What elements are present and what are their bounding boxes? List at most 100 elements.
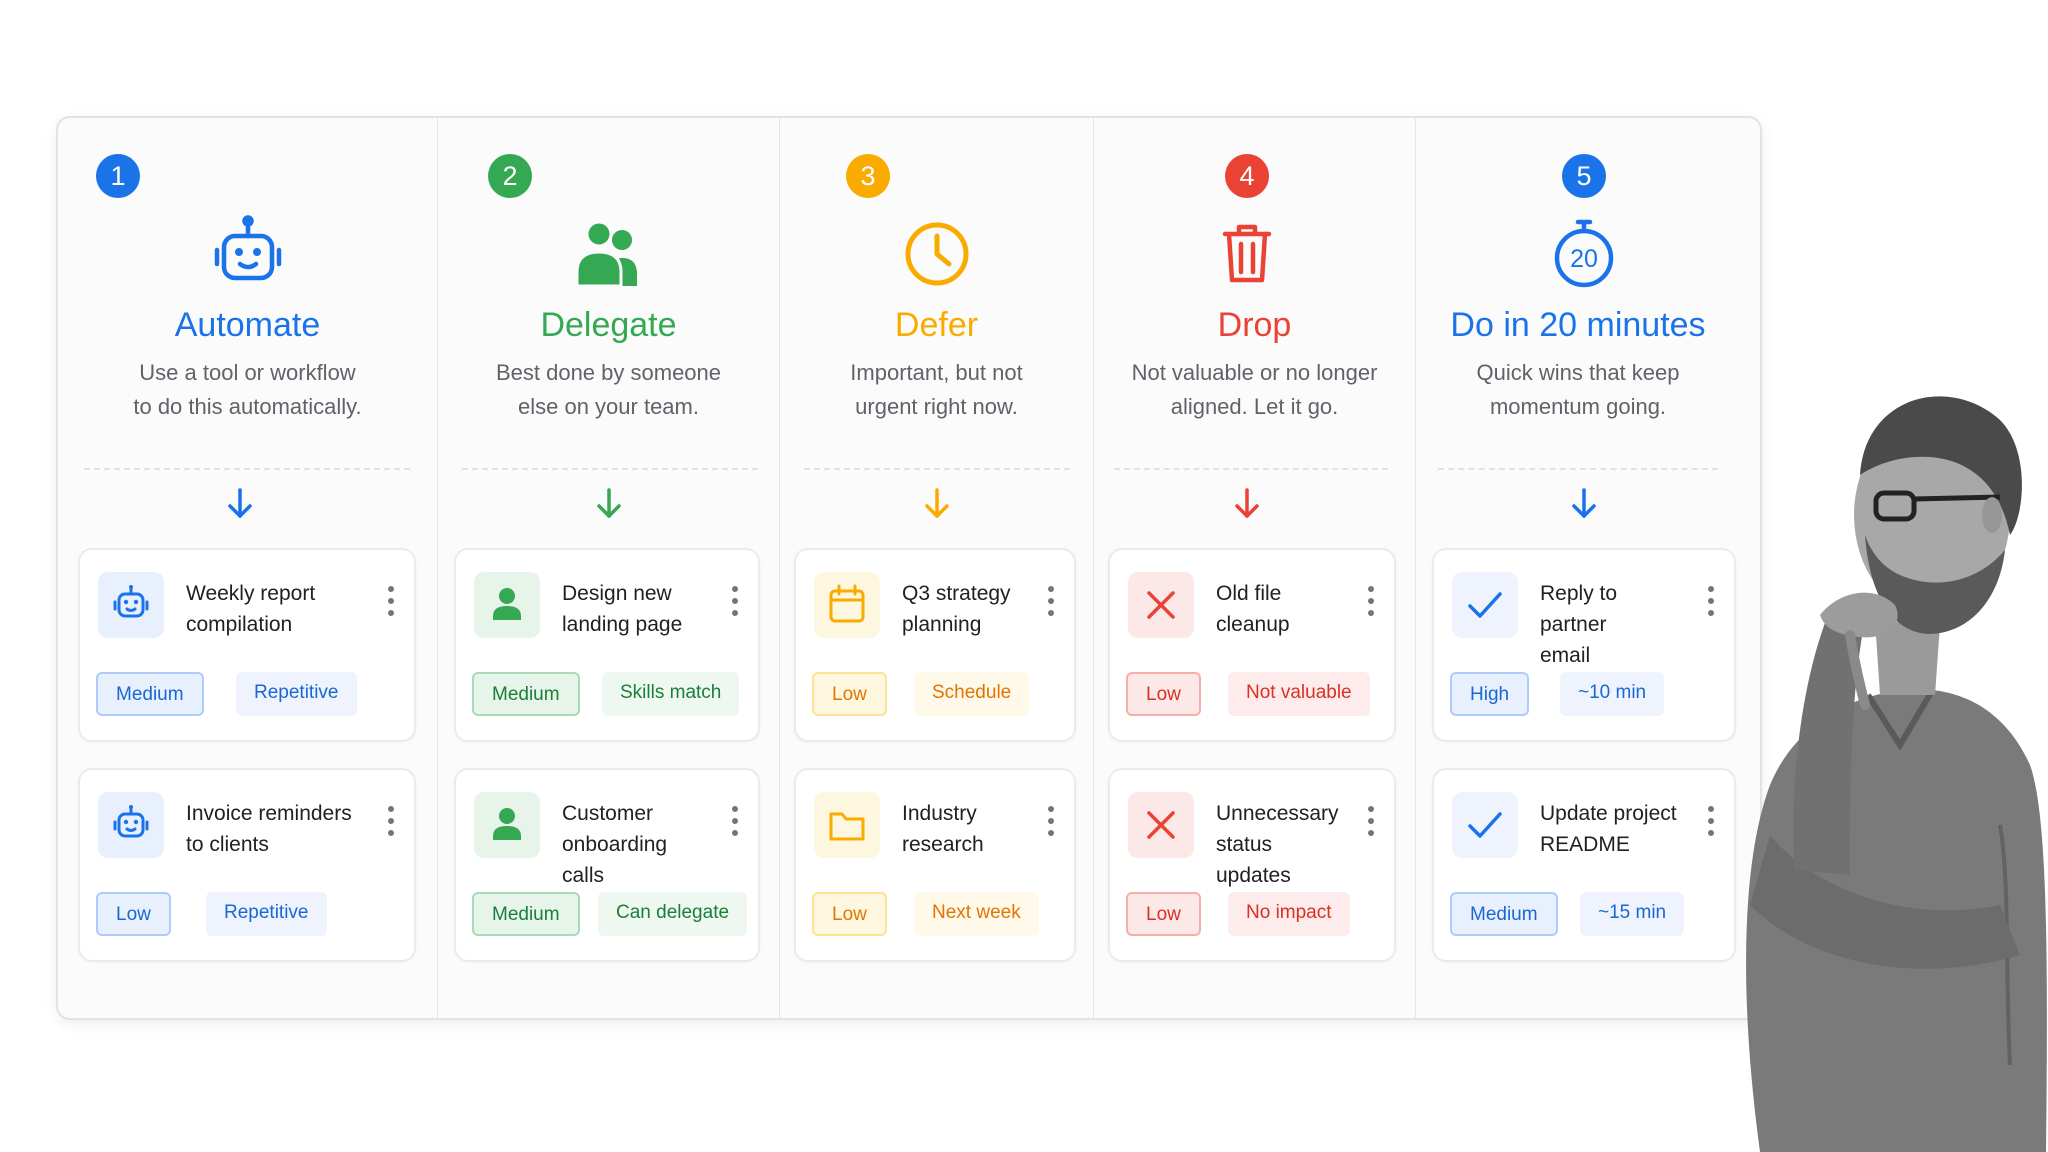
task-title-line: Update project bbox=[1540, 802, 1677, 825]
people-icon bbox=[565, 210, 653, 298]
tag-chip: No impact bbox=[1228, 892, 1350, 936]
task-title: Q3 strategy planning bbox=[902, 578, 1024, 640]
person-icon bbox=[474, 572, 540, 638]
task-title-line: Industry bbox=[902, 802, 977, 825]
task-title-line: landing page bbox=[562, 613, 683, 636]
tag-chip: Can delegate bbox=[598, 892, 748, 936]
priority-chip: Low bbox=[812, 892, 887, 936]
tag-chip: Next week bbox=[914, 892, 1039, 936]
column-description: Important, but not urgent right now. bbox=[780, 356, 1093, 424]
tag-chip: Not valuable bbox=[1228, 672, 1370, 716]
step-number-badge: 4 bbox=[1225, 154, 1269, 198]
step-number-badge: 1 bbox=[96, 154, 140, 198]
step-number-badge: 5 bbox=[1562, 154, 1606, 198]
column-title: Do in 20 minutes bbox=[1450, 306, 1706, 344]
more-options-icon[interactable] bbox=[1366, 584, 1376, 618]
task-card[interactable]: Old file cleanup Low Not valuable bbox=[1108, 548, 1396, 742]
description-line: Best done by someone bbox=[495, 360, 722, 385]
task-card[interactable]: Invoice reminders to clients Low Repetit… bbox=[78, 768, 416, 962]
task-title: Unnecessary status updates bbox=[1216, 798, 1344, 891]
task-title-line: Reply to partner bbox=[1540, 582, 1618, 636]
description-line: else on your team. bbox=[518, 394, 699, 419]
task-title: Industry research bbox=[902, 798, 1024, 860]
column-do-in-20-minutes: 5 20 Do in 20 minutes Quick wins that ke… bbox=[1416, 118, 1740, 1018]
task-title-line: email bbox=[1540, 644, 1591, 667]
task-title: Weekly report compilation bbox=[186, 578, 364, 640]
more-options-icon[interactable] bbox=[730, 584, 740, 618]
task-card[interactable]: Customer onboarding calls Medium Can del… bbox=[454, 768, 760, 962]
task-title-line: README bbox=[1540, 833, 1630, 856]
task-title-line: Weekly report bbox=[186, 582, 316, 605]
tag-chip: ~10 min bbox=[1560, 672, 1665, 716]
description-line: aligned. Let it go. bbox=[1170, 394, 1339, 419]
column-title: Delegate bbox=[540, 306, 677, 344]
more-options-icon[interactable] bbox=[1046, 804, 1056, 838]
column-description: Not valuable or no longer aligned. Let i… bbox=[1094, 356, 1415, 424]
more-options-icon[interactable] bbox=[386, 804, 396, 838]
divider bbox=[1114, 468, 1388, 470]
close-icon bbox=[1128, 572, 1194, 638]
description-line: Use a tool or workflow bbox=[139, 360, 356, 385]
task-title-line: planning bbox=[902, 613, 982, 636]
task-title-line: onboarding calls bbox=[562, 833, 668, 887]
description-line: Quick wins that keep bbox=[1476, 360, 1680, 385]
task-card[interactable]: Weekly report compilation Medium Repetit… bbox=[78, 548, 416, 742]
priority-chip: Medium bbox=[472, 672, 580, 716]
tag-chip: ~15 min bbox=[1580, 892, 1685, 936]
task-title-line: Old file bbox=[1216, 582, 1282, 605]
more-options-icon[interactable] bbox=[386, 584, 396, 618]
task-title-line: research bbox=[902, 833, 984, 856]
priority-chip: High bbox=[1450, 672, 1530, 716]
divider bbox=[84, 468, 410, 470]
task-card[interactable]: Q3 strategy planning Low Schedule bbox=[794, 548, 1076, 742]
more-options-icon[interactable] bbox=[1366, 804, 1376, 838]
task-title-line: to clients bbox=[186, 833, 269, 856]
column-description: Best done by someone else on your team. bbox=[438, 356, 779, 424]
task-title-line: Invoice reminders bbox=[186, 802, 352, 825]
folder-icon bbox=[814, 792, 880, 858]
task-card[interactable]: Reply to partner email High ~10 min bbox=[1432, 548, 1736, 742]
priority-chip: Low bbox=[96, 892, 171, 936]
priority-chip: Medium bbox=[96, 672, 204, 716]
task-title: Old file cleanup bbox=[1216, 578, 1344, 640]
task-title: Reply to partner email bbox=[1540, 578, 1684, 671]
priority-chip: Medium bbox=[472, 892, 580, 936]
task-title: Customer onboarding calls bbox=[562, 798, 708, 891]
column-title: Defer bbox=[894, 306, 979, 344]
thinking-person-image bbox=[1700, 365, 2048, 1152]
task-title-line: compilation bbox=[186, 613, 293, 636]
column-description: Use a tool or workflow to do this automa… bbox=[58, 356, 437, 424]
description-line: urgent right now. bbox=[855, 394, 1018, 419]
column-drop: 4 Drop Not valuable or no longer aligned… bbox=[1094, 118, 1416, 1018]
tag-chip: Repetitive bbox=[236, 672, 357, 716]
more-options-icon[interactable] bbox=[1046, 584, 1056, 618]
divider bbox=[462, 468, 758, 470]
calendar-icon bbox=[814, 572, 880, 638]
clock-icon bbox=[893, 210, 981, 298]
task-card[interactable]: Unnecessary status updates Low No impact bbox=[1108, 768, 1396, 962]
triage-board: 1 Automate Use a tool or workflow to do … bbox=[56, 116, 1762, 1020]
more-options-icon[interactable] bbox=[730, 804, 740, 838]
task-title-line: Design new bbox=[562, 582, 672, 605]
description-line: Important, but not bbox=[850, 360, 1023, 385]
column-defer: 3 Defer Important, but not urgent right … bbox=[780, 118, 1094, 1018]
tag-chip: Schedule bbox=[914, 672, 1030, 716]
column-title: Drop bbox=[1217, 306, 1292, 344]
task-title: Update project README bbox=[1540, 798, 1684, 860]
description-line: to do this automatically. bbox=[133, 394, 362, 419]
task-card[interactable]: Design new landing page Medium Skills ma… bbox=[454, 548, 760, 742]
task-card[interactable]: Industry research Low Next week bbox=[794, 768, 1076, 962]
arrow-down-icon bbox=[589, 484, 629, 524]
robot-icon bbox=[98, 792, 164, 858]
description-line: momentum going. bbox=[1489, 394, 1667, 419]
task-card[interactable]: Update project README Medium ~15 min bbox=[1432, 768, 1736, 962]
priority-chip: Low bbox=[812, 672, 887, 716]
column-description: Quick wins that keep momentum going. bbox=[1416, 356, 1740, 424]
task-title-line: Customer bbox=[562, 802, 654, 825]
description-line: Not valuable or no longer bbox=[1131, 360, 1378, 385]
stopwatch-icon: 20 bbox=[1540, 210, 1628, 298]
priority-chip: Low bbox=[1126, 672, 1201, 716]
person-icon bbox=[474, 792, 540, 858]
arrow-down-icon bbox=[917, 484, 957, 524]
column-title: Automate bbox=[174, 306, 321, 344]
